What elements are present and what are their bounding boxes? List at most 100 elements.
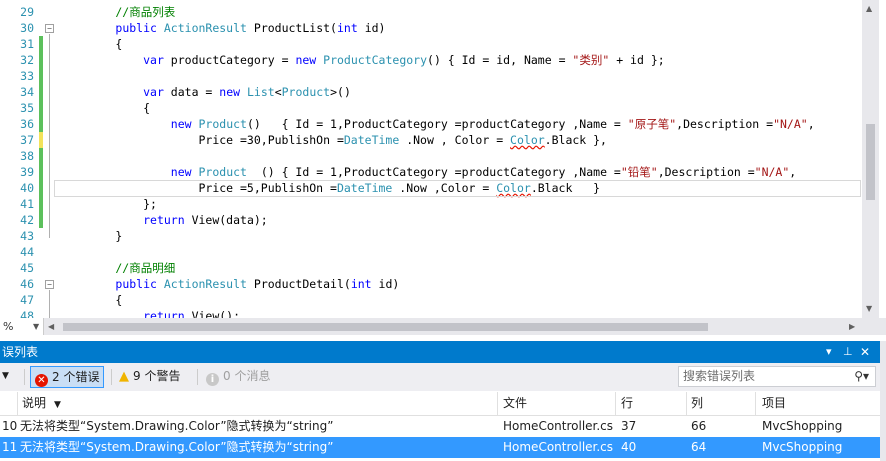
code-line[interactable]: { — [60, 100, 150, 116]
error-project: MvcShopping — [762, 440, 843, 454]
line-number: 48 — [20, 309, 34, 318]
code-editor[interactable]: 29 30 31 32 33 34 35 36 37 38 39 40 41 42 43 44 45 46 47 48… — [0, 0, 886, 318]
error-list-scrollbar[interactable] — [880, 341, 886, 461]
code-token: ActionResult — [163, 277, 247, 291]
line-number: 34 — [20, 85, 34, 99]
code-token: id) — [371, 277, 400, 291]
code-token: () { Id = 1,ProductCategory =productCate… — [246, 165, 621, 179]
code-token: View(); — [184, 309, 241, 318]
code-token: Product — [198, 117, 247, 131]
code-line[interactable]: { — [60, 292, 122, 308]
search-error-list-input[interactable]: 搜索错误列表 ⚲▾ — [678, 366, 876, 387]
code-token: new — [170, 117, 192, 131]
code-line[interactable]: return View(data); — [60, 212, 268, 228]
code-line[interactable]: public ActionResult ProductDetail(int id… — [60, 276, 399, 292]
scroll-up-icon[interactable]: ▲ — [866, 4, 872, 13]
code-line[interactable]: new Product() { Id = 1,ProductCategory =… — [60, 116, 815, 132]
code-token: Product — [198, 165, 247, 179]
code-line[interactable]: }; — [60, 196, 157, 212]
errors-count-label: 2 个错误 — [52, 370, 100, 384]
editor-horizontal-scroll-thumb[interactable] — [63, 323, 708, 331]
errors-filter-button[interactable]: ✕ 2 个错误 — [30, 366, 105, 388]
code-token: } — [60, 229, 123, 243]
separator — [197, 369, 198, 385]
panel-title: 误列表 — [2, 345, 39, 359]
scroll-right-icon[interactable]: ▶ — [849, 322, 855, 331]
line-number: 30 — [20, 21, 34, 35]
code-token: //商品列表 — [60, 5, 176, 19]
line-number: 40 — [20, 181, 34, 195]
code-line[interactable]: return View(); — [60, 308, 240, 318]
column-divider[interactable] — [497, 392, 498, 415]
code-line[interactable]: { — [60, 36, 122, 52]
code-line[interactable]: } — [60, 228, 122, 244]
column-divider[interactable] — [755, 392, 756, 415]
column-header-line[interactable]: 行 — [621, 392, 633, 415]
code-token: return — [143, 309, 185, 318]
column-header-file[interactable]: 文件 — [503, 392, 527, 415]
error-description: 无法将类型“System.Drawing.Color”隐式转换为“string” — [20, 440, 334, 454]
error-squiggle-token: Color — [510, 133, 545, 147]
code-token: int — [350, 277, 372, 291]
code-line[interactable]: public ActionResult ProductList(int id) — [60, 20, 385, 36]
code-line[interactable]: //商品明细 — [60, 260, 175, 276]
column-divider[interactable] — [17, 392, 18, 415]
code-token: var — [143, 53, 164, 67]
close-icon[interactable]: ✕ — [860, 341, 870, 363]
line-number: 39 — [20, 165, 34, 179]
collapse-region-icon[interactable]: − — [45, 24, 54, 33]
code-token: "原子笔" — [627, 117, 677, 131]
collapse-region-icon[interactable]: − — [45, 280, 54, 289]
code-token: { — [60, 101, 151, 115]
error-row[interactable]: 10 无法将类型“System.Drawing.Color”隐式转换为“strin… — [0, 416, 880, 437]
error-row[interactable]: 11 无法将类型“System.Drawing.Color”隐式转换为“strin… — [0, 437, 880, 458]
scroll-left-icon[interactable]: ◀ — [48, 322, 54, 331]
code-line[interactable]: new Product () { Id = 1,ProductCategory … — [60, 164, 796, 180]
outline-guide — [49, 290, 50, 318]
code-line[interactable]: var data = new List<Product>() — [60, 84, 351, 100]
error-list-title-bar[interactable]: 误列表 ▾ ⊥ ✕ — [0, 341, 880, 363]
filter-dropdown-icon[interactable]: ▼ — [2, 366, 9, 386]
code-line[interactable]: //商品列表 — [60, 4, 175, 20]
row-number: 11 — [2, 440, 18, 454]
zoom-dropdown[interactable]: % ▼ — [0, 318, 44, 335]
column-header-project[interactable]: 项目 — [762, 392, 786, 415]
messages-count-label: 0 个消息 — [223, 369, 271, 383]
code-token: >() — [330, 85, 351, 99]
column-divider[interactable] — [686, 392, 687, 415]
code-token: "铅笔" — [620, 165, 658, 179]
code-line[interactable]: Price =30,PublishOn =DateTime .Now , Col… — [60, 132, 607, 148]
column-header-column[interactable]: 列 — [691, 392, 703, 415]
separator — [111, 369, 112, 385]
code-token: .Black }, — [544, 133, 607, 147]
line-number: 47 — [20, 293, 34, 307]
editor-vertical-scroll-thumb[interactable] — [866, 124, 875, 200]
messages-filter-button[interactable]: i 0 个消息 — [206, 366, 270, 386]
code-token: () { Id = id, Name = — [427, 53, 573, 67]
line-number: 31 — [20, 37, 34, 51]
error-column: 64 — [691, 440, 707, 454]
code-token: ,Description = — [676, 117, 774, 131]
panel-menu-icon[interactable]: ▾ — [826, 341, 832, 363]
column-divider[interactable] — [615, 392, 616, 415]
scroll-down-icon[interactable]: ▼ — [866, 304, 872, 313]
pin-icon[interactable]: ⊥ — [843, 341, 853, 363]
code-token: { — [60, 293, 123, 307]
code-token: { — [60, 37, 123, 51]
code-token: var — [143, 85, 164, 99]
warnings-filter-button[interactable]: ▲ 9 个警告 — [119, 366, 180, 386]
code-line[interactable]: var productCategory = new ProductCategor… — [60, 52, 665, 68]
column-header-description[interactable]: 说明 ▼ — [22, 392, 61, 415]
code-token: DateTime — [343, 133, 400, 147]
code-token: data = — [163, 85, 220, 99]
code-token: id) — [357, 21, 386, 35]
